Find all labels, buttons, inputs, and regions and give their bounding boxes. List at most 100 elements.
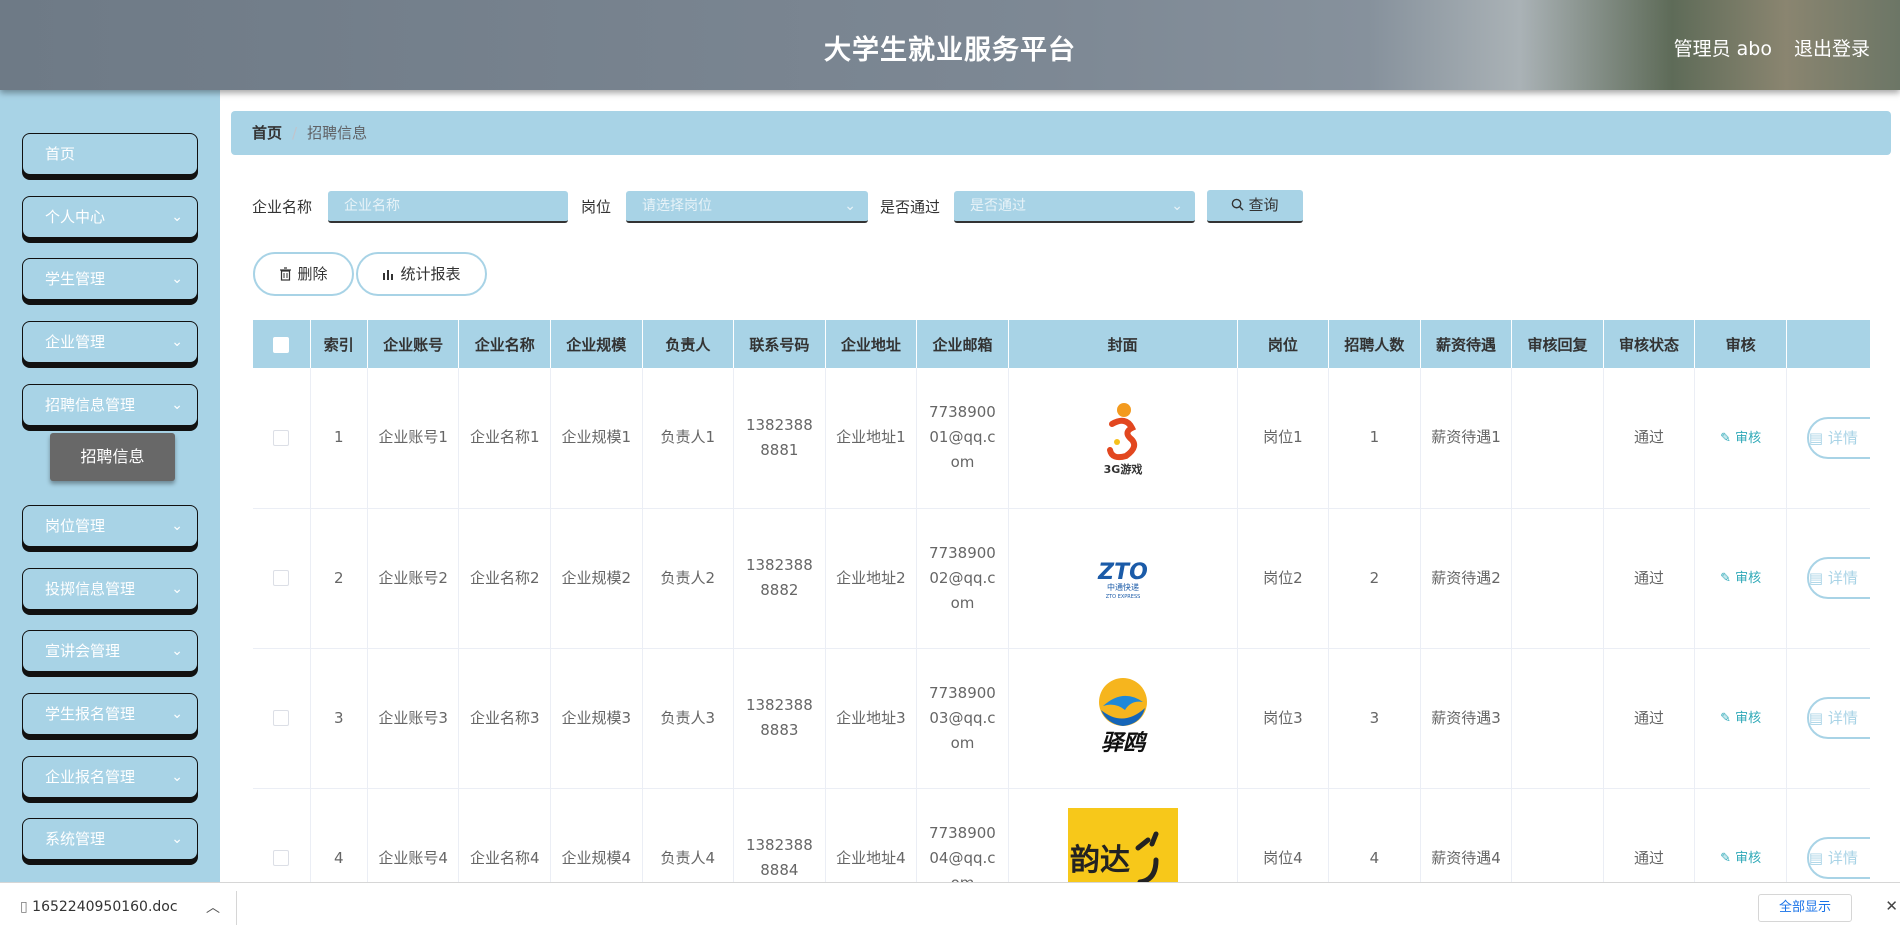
chevron-down-icon: ⌄ <box>171 643 183 659</box>
detail-button[interactable]: ▤ 详情 <box>1806 416 1870 459</box>
sidebar-item-students[interactable]: 学生管理 ⌄ <box>22 258 198 300</box>
cell-account: 企业账号4 <box>367 788 460 882</box>
sidebar-item-system[interactable]: 系统管理 ⌄ <box>22 818 198 860</box>
audit-link[interactable]: ✎ 审核 <box>1720 431 1761 446</box>
sidebar-item-label: 个人中心 <box>45 208 106 226</box>
query-button[interactable]: 查询 <box>1207 190 1303 223</box>
svg-text:ZTO: ZTO <box>1097 560 1148 585</box>
cell-audit-status: 通过 <box>1603 788 1696 882</box>
cell-position: 岗位4 <box>1237 788 1330 882</box>
audit-label: 审核 <box>1735 430 1762 446</box>
select-all-header[interactable] <box>253 320 311 368</box>
chevron-down-icon: ⌄ <box>171 271 183 287</box>
detail-label: 详情 <box>1827 709 1858 727</box>
sidebar-item-personal-center[interactable]: 个人中心 ⌄ <box>22 196 198 238</box>
cell-scale: 企业规模1 <box>550 368 643 509</box>
sidebar-item-label: 宣讲会管理 <box>45 642 121 660</box>
edit-icon: ✎ <box>1720 711 1736 726</box>
statistics-report-label: 统计报表 <box>400 265 461 283</box>
column-header: 审核回复 <box>1511 320 1604 368</box>
download-item[interactable]: ▯ 1652240950160.doc <box>20 899 178 915</box>
company-logo-3g-games: 3G游戏 <box>1103 402 1142 476</box>
company-name-input[interactable] <box>328 191 568 223</box>
svg-text:3G游戏: 3G游戏 <box>1103 462 1142 476</box>
cell-index: 1 <box>310 368 368 509</box>
audit-link[interactable]: ✎ 审核 <box>1720 851 1761 866</box>
cell-address: 企业地址4 <box>825 788 918 882</box>
cell-position: 岗位1 <box>1237 368 1330 509</box>
table-row: 1 企业账号1 企业名称1 企业规模1 负责人1 13823888881 企业地… <box>253 368 1870 509</box>
document-icon: ▤ <box>1808 428 1828 447</box>
detail-button[interactable]: ▤ 详情 <box>1806 557 1870 599</box>
column-header: 薪资待遇 <box>1420 320 1513 368</box>
sidebar-item-companies[interactable]: 企业管理 ⌄ <box>22 321 198 363</box>
cell-phone: 13823888884 <box>733 788 826 882</box>
sidebar-item-home[interactable]: 首页 <box>22 133 198 175</box>
column-header: 审核状态 <box>1603 320 1696 368</box>
detail-button[interactable]: ▤ 详情 <box>1806 697 1870 739</box>
row-checkbox[interactable] <box>273 429 290 446</box>
sidebar: 首页 个人中心 ⌄ 学生管理 ⌄ 企业管理 ⌄ 招聘信息管理 ⌄ 招聘信息 岗位管理 ⌄ … <box>0 90 220 882</box>
chevron-up-icon[interactable]: ︿ <box>206 897 220 917</box>
audit-link[interactable]: ✎ 审核 <box>1720 711 1761 726</box>
sidebar-subitem-recruitment-info[interactable]: 招聘信息 <box>50 433 175 481</box>
cell-audit-reply <box>1511 368 1604 509</box>
edit-icon: ✎ <box>1720 571 1736 586</box>
table-header-row: 索引 企业账号 企业名称 企业规模 负责人 联系号码 企业地址 企业邮箱 封面 … <box>253 320 1870 368</box>
sidebar-item-label: 岗位管理 <box>45 517 106 535</box>
sidebar-item-student-signups[interactable]: 学生报名管理 ⌄ <box>22 693 198 735</box>
sidebar-item-seminars[interactable]: 宣讲会管理 ⌄ <box>22 630 198 672</box>
sidebar-item-label: 企业报名管理 <box>45 768 136 786</box>
audit-label: 审核 <box>1735 711 1762 726</box>
chevron-down-icon: ⌄ <box>171 831 183 847</box>
sidebar-item-company-signups[interactable]: 企业报名管理 ⌄ <box>22 756 198 798</box>
chevron-down-icon: ⌄ <box>171 209 183 225</box>
row-checkbox[interactable] <box>273 710 290 726</box>
select-all-checkbox[interactable] <box>273 336 290 353</box>
cell-count: 3 <box>1328 648 1421 789</box>
row-checkbox[interactable] <box>273 850 290 866</box>
cell-account: 企业账号3 <box>367 648 460 789</box>
recruitment-table: 索引 企业账号 企业名称 企业规模 负责人 联系号码 企业地址 企业邮箱 封面 … <box>253 320 1870 882</box>
breadcrumb-home[interactable]: 首页 <box>252 124 282 142</box>
edit-icon: ✎ <box>1720 851 1736 866</box>
sidebar-item-applications[interactable]: 投掷信息管理 ⌄ <box>22 568 198 610</box>
audit-link[interactable]: ✎ 审核 <box>1720 571 1761 586</box>
close-icon[interactable]: ✕ <box>1885 897 1898 915</box>
sidebar-item-label: 招聘信息管理 <box>45 396 136 414</box>
current-user: 管理员 abo <box>1673 38 1772 60</box>
logout-link[interactable]: 退出登录 <box>1794 34 1870 61</box>
show-all-button[interactable]: 全部显示 <box>1758 894 1852 922</box>
statistics-report-button[interactable]: 统计报表 <box>356 252 487 296</box>
cell-audit-status: 通过 <box>1603 368 1696 509</box>
position-select[interactable]: 请选择岗位 ⌄ <box>626 191 868 223</box>
chevron-down-icon: ⌄ <box>171 706 183 722</box>
cell-email: 773890002@qq.com <box>916 508 1009 649</box>
document-icon: ▤ <box>1808 569 1828 587</box>
cell-audit-reply <box>1511 648 1604 789</box>
sidebar-item-positions[interactable]: 岗位管理 ⌄ <box>22 505 198 547</box>
chevron-down-icon: ⌄ <box>171 397 183 413</box>
pass-select[interactable]: 是否通过 ⌄ <box>954 191 1195 223</box>
cell-salary: 薪资待遇4 <box>1420 788 1513 882</box>
cell-salary: 薪资待遇3 <box>1420 648 1513 789</box>
cell-scale: 企业规模3 <box>550 648 643 789</box>
cell-leader: 负责人3 <box>642 648 735 789</box>
cell-scale: 企业规模2 <box>550 508 643 649</box>
row-checkbox[interactable] <box>273 570 290 586</box>
chevron-down-icon: ⌄ <box>1171 198 1183 214</box>
delete-button-label: 删除 <box>297 265 328 283</box>
cell-index: 3 <box>310 648 368 789</box>
chevron-down-icon: ⌄ <box>171 518 183 534</box>
cell-count: 2 <box>1328 508 1421 649</box>
cell-cover: 3G游戏 <box>1008 368 1238 509</box>
cell-phone: 13823888883 <box>733 648 826 789</box>
column-header: 岗位 <box>1237 320 1330 368</box>
sidebar-item-recruitment[interactable]: 招聘信息管理 ⌄ <box>22 384 198 426</box>
delete-button[interactable]: 删除 <box>253 252 354 296</box>
detail-button[interactable]: ▤ 详情 <box>1806 837 1870 879</box>
sidebar-item-label: 企业管理 <box>45 333 106 351</box>
cell-salary: 薪资待遇1 <box>1420 368 1513 509</box>
cell-account: 企业账号1 <box>367 368 460 509</box>
chevron-down-icon: ⌄ <box>171 581 183 597</box>
